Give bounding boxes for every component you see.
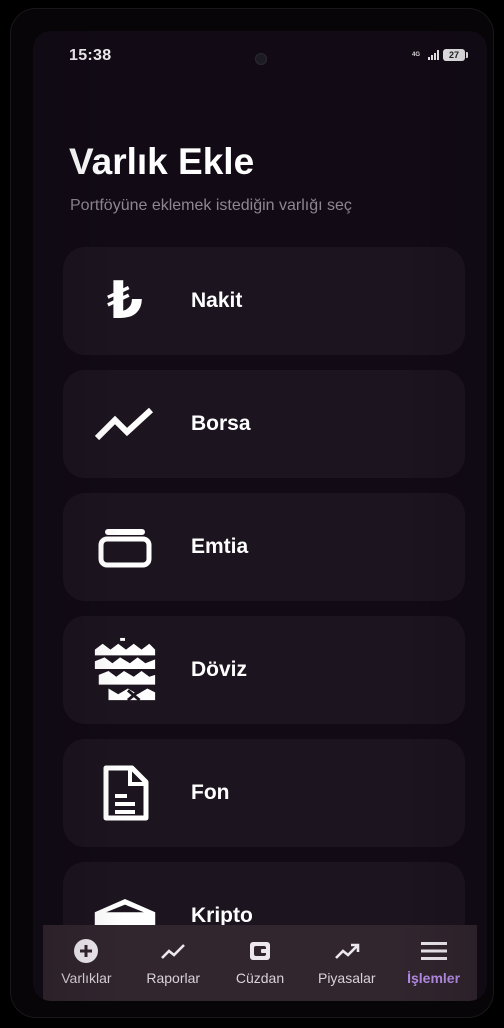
trending-up-icon: [333, 938, 361, 964]
signal-icon: [428, 50, 439, 60]
wallet-icon: [91, 517, 159, 577]
nav-item-cuzdan[interactable]: Cüzdan: [217, 925, 304, 1001]
nav-label: İşlemler: [407, 970, 461, 986]
asset-type-list: ₺ Nakit Borsa Emtia Döviz Fon Kripto: [63, 247, 465, 985]
status-bar: 15:38 4G 27: [33, 31, 487, 71]
asset-label: Fon: [191, 781, 230, 804]
add-circle-icon: [72, 938, 100, 964]
nav-item-piyasalar[interactable]: Piyasalar: [303, 925, 390, 1001]
nav-label: Cüzdan: [235, 970, 285, 986]
app-screen: 15:38 4G 27 Varlık Ekle Portföyüne eklem…: [33, 31, 487, 1001]
phone-frame: 15:38 4G 27 Varlık Ekle Portföyüne eklem…: [10, 8, 494, 1018]
asset-label: Emtia: [191, 535, 249, 558]
asset-card-borsa[interactable]: Borsa: [63, 370, 465, 478]
camera-cutout: [255, 53, 267, 65]
nav-label: Varlıklar: [61, 970, 112, 986]
status-time: 15:38: [69, 47, 112, 64]
status-icons: 4G 27: [412, 49, 468, 61]
nav-item-islemler[interactable]: İşlemler: [390, 925, 477, 1001]
bottom-navigation: Varlıklar Raporlar Cüzdan Piyasalar İşle…: [43, 925, 477, 1001]
nav-label: Raporlar: [146, 970, 201, 986]
asset-card-doviz[interactable]: Döviz: [63, 616, 465, 724]
page-title: Varlık Ekle: [69, 141, 255, 182]
page-subtitle: Portföyüne eklemek istediğin varlığı seç: [70, 197, 352, 214]
asset-label: Nakit: [191, 289, 243, 312]
lira-icon: ₺: [106, 271, 144, 331]
menu-icon: [420, 938, 448, 964]
asset-label: Döviz: [191, 658, 248, 681]
nav-item-varliklar[interactable]: Varlıklar: [43, 925, 130, 1001]
asset-card-nakit[interactable]: ₺ Nakit: [63, 247, 465, 355]
pattern-icon: [91, 637, 159, 702]
nav-item-raporlar[interactable]: Raporlar: [130, 925, 217, 1001]
chart-line-icon: [159, 938, 187, 964]
asset-card-emtia[interactable]: Emtia: [63, 493, 465, 601]
wallet-icon: [246, 938, 274, 964]
document-icon: [91, 763, 159, 823]
battery-icon: 27: [443, 49, 468, 61]
asset-label: Borsa: [191, 412, 251, 435]
trend-icon: [91, 394, 159, 454]
network-type-icon: 4G: [412, 52, 421, 58]
asset-card-fon[interactable]: Fon: [63, 739, 465, 847]
nav-label: Piyasalar: [317, 970, 376, 986]
